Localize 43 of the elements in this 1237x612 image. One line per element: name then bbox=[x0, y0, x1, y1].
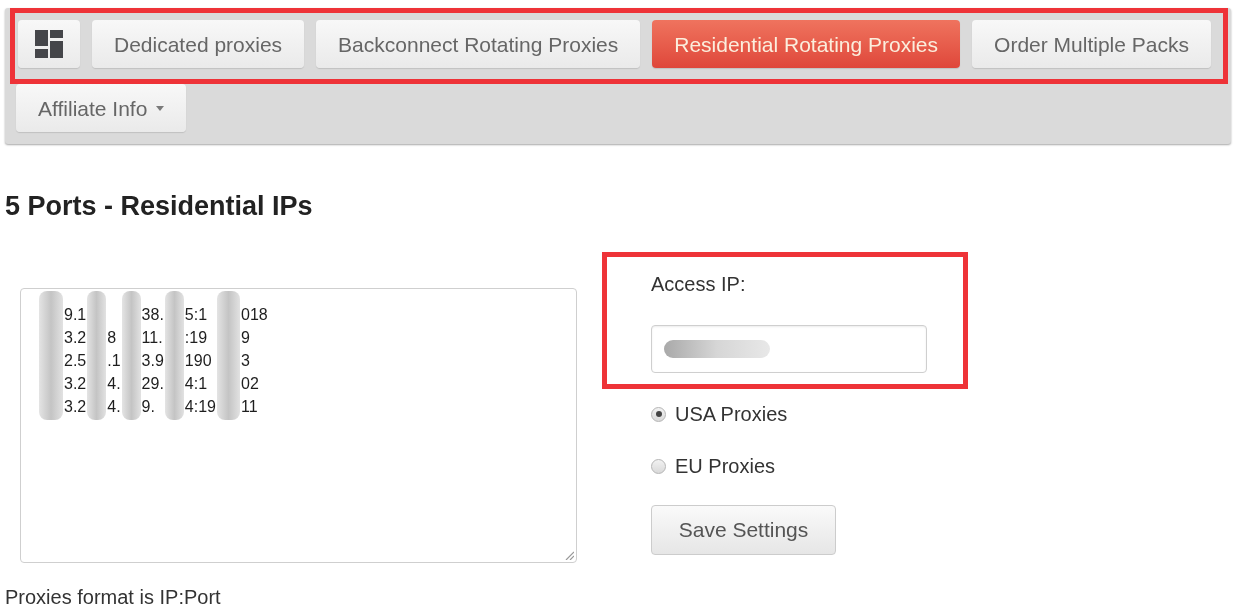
proxy-address-text: 4:19 bbox=[183, 397, 217, 417]
proxy-address-text: :19 bbox=[183, 328, 209, 348]
proxy-address-text: 4. bbox=[106, 374, 122, 394]
field-label: Access IP: bbox=[651, 272, 747, 296]
format-note: Proxies format is IP:Port bbox=[5, 585, 222, 609]
proxy-address-text: 4:1 bbox=[183, 374, 209, 394]
proxy-address-text: 3.2 bbox=[63, 328, 88, 348]
radio-button[interactable] bbox=[651, 458, 666, 474]
tiles-icon bbox=[35, 30, 63, 58]
grid-menu-button[interactable] bbox=[18, 20, 80, 68]
proxy-address-text: 9.1 bbox=[63, 305, 88, 325]
proxy-list-field[interactable]: 9.1 38. 5:1 018 3.2 8 11. :19 9 2.5 .1 3.9 190 3 3.2 4. 29. 4:1 02 3.2 4. 9. 4:19 11 bbox=[20, 288, 577, 563]
proxy-address-text: 11 bbox=[240, 397, 259, 417]
resize-handle-icon[interactable] bbox=[565, 551, 574, 560]
proxy-address-text: 018 bbox=[240, 305, 269, 325]
proxy-address-text: 3.9 bbox=[140, 351, 165, 371]
proxy-address-text: 2.5 bbox=[63, 351, 88, 371]
page-heading: 5 Ports - Residential IPs bbox=[5, 190, 314, 222]
proxy-address-text: 3.2 bbox=[63, 397, 88, 417]
proxy-address-text: 02 bbox=[240, 374, 260, 394]
nav-tab[interactable]: Order Multiple Packs bbox=[972, 20, 1211, 68]
affiliate-dropdown[interactable]: Affiliate Info bbox=[16, 84, 187, 132]
proxy-address-text: 9 bbox=[240, 328, 251, 348]
proxy-address-text: 3 bbox=[240, 351, 251, 371]
proxy-address-text: 9. bbox=[140, 397, 156, 417]
proxy-address-text: 5:1 bbox=[183, 305, 209, 325]
caret-icon bbox=[156, 105, 165, 111]
nav-tab[interactable]: Backconnect Rotating Proxies bbox=[316, 20, 641, 68]
access-ip-field[interactable] bbox=[651, 325, 927, 373]
radio-button[interactable] bbox=[651, 406, 666, 422]
proxy-address-text: 29. bbox=[140, 374, 165, 394]
radio-label[interactable]: USA Proxies bbox=[675, 402, 788, 426]
proxy-address-text: 4. bbox=[106, 397, 122, 417]
proxy-address-text: 8 bbox=[106, 328, 118, 348]
radio-label[interactable]: EU Proxies bbox=[675, 454, 776, 478]
save-settings-button[interactable]: Save Settings bbox=[651, 505, 836, 555]
nav-tab[interactable]: Dedicated proxies bbox=[92, 20, 305, 68]
proxy-address-text: .1 bbox=[106, 351, 122, 371]
nav-tab[interactable]: Residential Rotating Proxies bbox=[652, 20, 961, 68]
proxy-address-text: 190 bbox=[183, 351, 213, 371]
proxy-address-text: 3.2 bbox=[63, 374, 88, 394]
proxy-address-text: 38. bbox=[140, 305, 165, 325]
proxy-address-text: 11. bbox=[140, 328, 164, 348]
